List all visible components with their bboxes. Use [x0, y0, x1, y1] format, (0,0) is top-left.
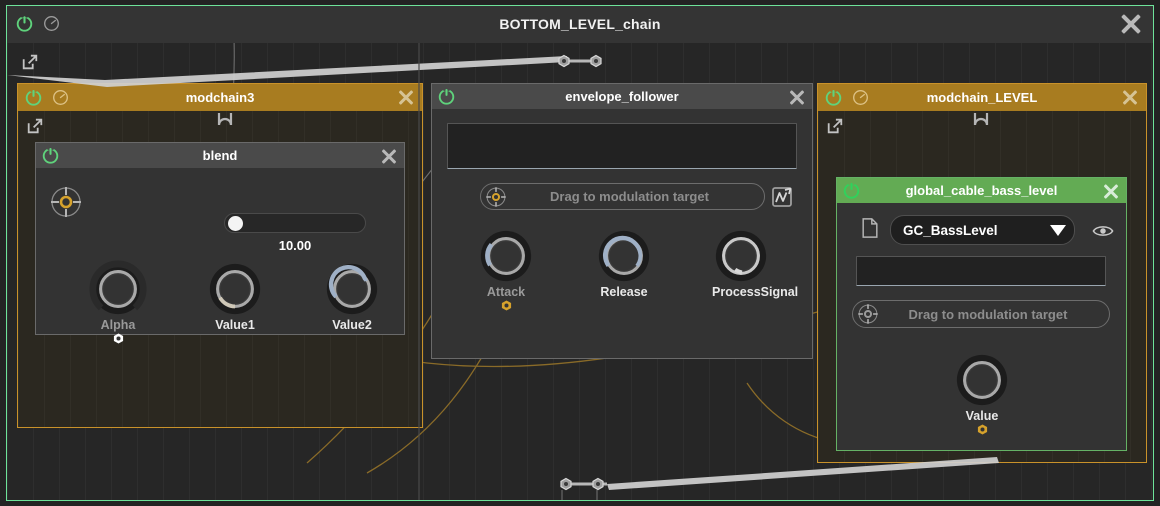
popout-icon [22, 54, 38, 70]
drag-to-modulation-target[interactable]: Drag to modulation target [480, 183, 765, 210]
close-module-button[interactable] [1101, 181, 1121, 201]
knob-dial[interactable] [595, 227, 653, 285]
slider-thumb[interactable] [228, 216, 243, 231]
knob-dial[interactable] [712, 227, 770, 285]
envelope-display[interactable] [447, 123, 797, 169]
cable-node-icon [558, 54, 570, 68]
cable-node-icon [560, 477, 572, 491]
popout-icon [827, 118, 843, 134]
patch-canvas[interactable]: modchain3 blend 10.00 Alpha Value1 Value… [7, 43, 1153, 500]
module-header-blend[interactable]: blend [36, 143, 404, 168]
chain-header-modchain-level[interactable]: modchain_LEVEL [818, 84, 1146, 111]
power-icon[interactable] [825, 89, 842, 106]
close-chain-button[interactable] [1120, 87, 1140, 107]
chain-panel-modchain-level[interactable]: modchain_LEVEL global_cable_bass_level G… [817, 83, 1147, 463]
eye-icon[interactable] [1092, 224, 1114, 238]
file-icon[interactable] [861, 218, 879, 238]
chain-body-modchain3: blend 10.00 Alpha Value1 Value2 [18, 111, 422, 427]
chain-window: BOTTOM_LEVEL_chain modchain3 blend 10.00… [6, 5, 1154, 501]
knob-port-icon[interactable] [977, 424, 988, 435]
module-body-global-cable: GC_BassLevel Drag to modulation target V… [837, 203, 1126, 450]
modulation-source-button[interactable] [49, 185, 83, 224]
graph-popout-icon [772, 187, 792, 207]
cable-value-display[interactable] [856, 256, 1106, 286]
chain-title: modchain3 [185, 90, 255, 105]
knob-label: ProcessSignal [712, 285, 799, 299]
chain-popout-button[interactable] [826, 117, 846, 137]
chain-popout-button[interactable] [26, 117, 46, 137]
knob-dial[interactable] [323, 260, 381, 318]
module-header-envelope-follower[interactable]: envelope_follower [432, 84, 812, 109]
window-popout-button[interactable] [21, 53, 39, 71]
knob-release[interactable]: Release [595, 227, 653, 299]
module-body-blend: 10.00 Alpha Value1 Value2 [36, 168, 404, 344]
knob-value2[interactable]: Value2 [323, 260, 381, 332]
knob-processsignal[interactable]: ProcessSignal [712, 227, 799, 299]
popout-icon [27, 118, 43, 134]
knob-label: Value1 [215, 318, 255, 332]
module-title: global_cable_bass_level [905, 183, 1058, 198]
close-chain-button[interactable] [396, 87, 416, 107]
module-blend[interactable]: blend 10.00 Alpha Value1 Value2 [35, 142, 405, 344]
knob-label: Value [965, 409, 999, 423]
blend-slider[interactable] [224, 213, 366, 233]
modulation-source-icon[interactable] [857, 303, 879, 325]
modulation-source-icon [51, 187, 81, 217]
module-global-cable-bass-level[interactable]: global_cable_bass_level GC_BassLevel Dra… [836, 177, 1127, 451]
drag-target-label: Drag to modulation target [550, 189, 709, 204]
modulation-source-icon[interactable] [485, 186, 507, 208]
knob-value1[interactable]: Value1 [206, 260, 264, 332]
knob-port-icon[interactable] [113, 333, 124, 344]
knob-value[interactable]: Value [953, 351, 1011, 435]
knob-port-icon[interactable] [501, 300, 512, 311]
knob-label: Release [600, 285, 648, 299]
window-titlebar: BOTTOM_LEVEL_chain [7, 6, 1153, 43]
chevron-down-icon[interactable] [1050, 224, 1066, 236]
clock-icon[interactable] [852, 89, 869, 106]
graph-popout-button[interactable] [771, 185, 795, 214]
knob-dial[interactable] [89, 260, 147, 318]
power-icon[interactable] [438, 88, 455, 105]
knob-dial[interactable] [477, 227, 535, 285]
cable-select-dropdown[interactable]: GC_BassLevel [890, 215, 1075, 245]
chain-panel-modchain3[interactable]: modchain3 blend 10.00 Alpha Value1 Value… [17, 83, 423, 428]
knob-attack[interactable]: Attack [477, 227, 535, 311]
blend-slider-value: 10.00 [278, 238, 312, 253]
module-title: blend [202, 148, 238, 163]
power-icon[interactable] [42, 147, 59, 164]
close-module-button[interactable] [787, 87, 807, 107]
drag-target-label: Drag to modulation target [908, 306, 1068, 322]
module-body-envelope-follower: Drag to modulation target Attack Release… [432, 109, 812, 358]
close-window-button[interactable] [1118, 11, 1144, 37]
clock-icon[interactable] [52, 89, 69, 106]
module-header-global-cable[interactable]: global_cable_bass_level [837, 178, 1126, 203]
knob-dial[interactable] [953, 351, 1011, 409]
knob-label: Value2 [332, 318, 372, 332]
power-icon[interactable] [25, 89, 42, 106]
knob-alpha[interactable]: Alpha [89, 260, 147, 344]
module-title: envelope_follower [565, 89, 679, 104]
window-title: BOTTOM_LEVEL_chain [499, 16, 661, 32]
cable-node-icon [590, 54, 602, 68]
drag-to-modulation-target[interactable]: Drag to modulation target [852, 300, 1110, 328]
knob-label: Attack [486, 285, 526, 299]
knob-dial[interactable] [206, 260, 264, 318]
module-envelope-follower[interactable]: envelope_follower Drag to modulation tar… [431, 83, 813, 359]
cable-node-icon [592, 477, 604, 491]
knob-label: Alpha [100, 318, 136, 332]
app-root: BOTTOM_LEVEL_chain modchain3 blend 10.00… [0, 0, 1160, 506]
power-icon[interactable] [843, 182, 860, 199]
chain-body-modchain-level: global_cable_bass_level GC_BassLevel Dra… [818, 111, 1146, 462]
chain-header-modchain3[interactable]: modchain3 [18, 84, 422, 111]
dropdown-value: GC_BassLevel [903, 222, 998, 238]
close-module-button[interactable] [379, 146, 399, 166]
